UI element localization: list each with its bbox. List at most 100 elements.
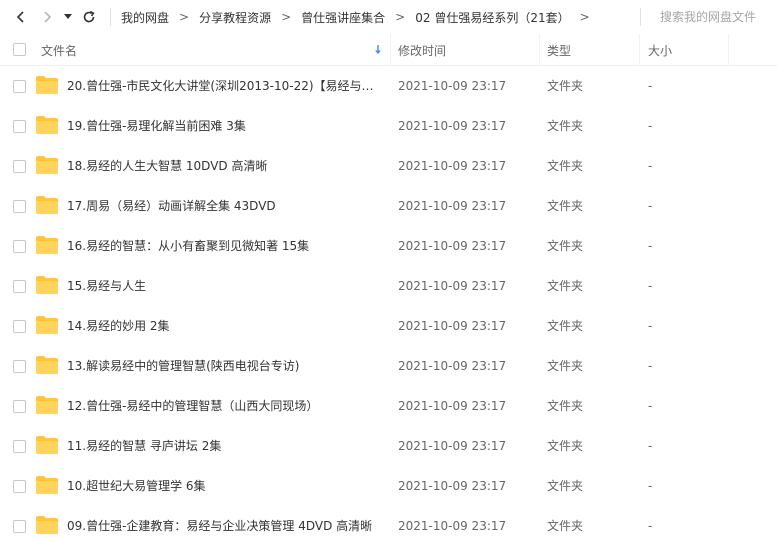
file-size: - xyxy=(648,159,653,173)
file-size: - xyxy=(648,399,653,413)
folder-icon xyxy=(36,516,58,534)
row-checkbox[interactable] xyxy=(13,400,26,413)
column-header-size[interactable]: 大小 xyxy=(648,34,672,66)
search-input[interactable] xyxy=(648,0,777,34)
row-checkbox[interactable] xyxy=(13,360,26,373)
file-row[interactable]: 20.曾仕强-市民文化大讲堂(深圳2013-10-22)【易经与人生】 2021… xyxy=(0,66,777,106)
breadcrumb-separator: > xyxy=(281,10,292,24)
select-all-checkbox[interactable] xyxy=(13,43,26,56)
column-divider xyxy=(639,34,640,66)
file-modified-date: 2021-10-09 23:17 xyxy=(398,199,507,213)
file-modified-date: 2021-10-09 23:17 xyxy=(398,159,507,173)
file-modified-date: 2021-10-09 23:17 xyxy=(398,479,507,493)
file-row[interactable]: 10.超世纪大易管理学 6集 2021-10-09 23:17 文件夹 - xyxy=(0,466,777,506)
file-list-header: 文件名 修改时间 类型 大小 xyxy=(0,34,777,66)
file-row[interactable]: 14.易经的妙用 2集 2021-10-09 23:17 文件夹 - xyxy=(0,306,777,346)
file-name[interactable]: 18.易经的人生大智慧 10DVD 高清晰 xyxy=(67,146,385,186)
file-name[interactable]: 15.易经与人生 xyxy=(67,266,385,306)
file-row[interactable]: 13.解读易经中的管理智慧(陕西电视台专访) 2021-10-09 23:17 … xyxy=(0,346,777,386)
breadcrumb-separator[interactable]: > xyxy=(580,10,590,24)
file-type: 文件夹 xyxy=(547,519,584,533)
file-name[interactable]: 13.解读易经中的管理智慧(陕西电视台专访) xyxy=(67,346,385,386)
forward-button[interactable] xyxy=(34,0,60,34)
breadcrumb-current[interactable]: 02 曾仕强易经系列（21套） xyxy=(415,9,569,26)
file-name[interactable]: 11.易经的智慧 寻庐讲坛 2集 xyxy=(67,426,385,466)
column-divider xyxy=(728,34,729,66)
file-type: 文件夹 xyxy=(547,119,584,133)
file-row[interactable]: 16.易经的智慧：从小有畜聚到见微知著 15集 2021-10-09 23:17… xyxy=(0,226,777,266)
file-modified-date: 2021-10-09 23:17 xyxy=(398,519,507,533)
file-name[interactable]: 19.曾仕强-易理化解当前困难 3集 xyxy=(67,106,385,146)
file-type: 文件夹 xyxy=(547,159,584,173)
file-name[interactable]: 17.周易（易经）动画详解全集 43DVD xyxy=(67,186,385,226)
row-checkbox[interactable] xyxy=(13,480,26,493)
file-size: - xyxy=(648,359,653,373)
file-size: - xyxy=(648,239,653,253)
file-type: 文件夹 xyxy=(547,399,584,413)
breadcrumb-item[interactable]: 我的网盘 xyxy=(121,9,169,26)
file-size: - xyxy=(648,79,653,93)
file-row[interactable]: 09.曾仕强-企建教育：易经与企业决策管理 4DVD 高清晰 2021-10-0… xyxy=(0,506,777,541)
column-header-name[interactable]: 文件名 xyxy=(41,34,77,66)
folder-icon xyxy=(36,276,58,294)
row-checkbox[interactable] xyxy=(13,200,26,213)
file-modified-date: 2021-10-09 23:17 xyxy=(398,119,507,133)
file-row[interactable]: 18.易经的人生大智慧 10DVD 高清晰 2021-10-09 23:17 文… xyxy=(0,146,777,186)
column-header-modified[interactable]: 修改时间 xyxy=(398,34,446,66)
file-row[interactable]: 19.曾仕强-易理化解当前困难 3集 2021-10-09 23:17 文件夹 … xyxy=(0,106,777,146)
row-checkbox[interactable] xyxy=(13,520,26,533)
chevron-right-icon xyxy=(44,11,52,23)
file-modified-date: 2021-10-09 23:17 xyxy=(398,279,507,293)
file-type: 文件夹 xyxy=(547,79,584,93)
file-row[interactable]: 15.易经与人生 2021-10-09 23:17 文件夹 - xyxy=(0,266,777,306)
breadcrumb-item[interactable]: 曾仕强讲座集合 xyxy=(301,9,385,26)
toolbar: 我的网盘 > 分享教程资源 > 曾仕强讲座集合 > 02 曾仕强易经系列（21套… xyxy=(0,0,777,34)
row-checkbox[interactable] xyxy=(13,240,26,253)
column-divider xyxy=(390,34,391,66)
breadcrumb: 我的网盘 > 分享教程资源 > 曾仕强讲座集合 > 02 曾仕强易经系列（21套… xyxy=(121,9,600,26)
file-modified-date: 2021-10-09 23:17 xyxy=(398,79,507,93)
folder-icon xyxy=(36,236,58,254)
file-name[interactable]: 09.曾仕强-企建教育：易经与企业决策管理 4DVD 高清晰 xyxy=(67,506,385,541)
file-row[interactable]: 12.曾仕强-易经中的管理智慧（山西大同现场） 2021-10-09 23:17… xyxy=(0,386,777,426)
file-name[interactable]: 12.曾仕强-易经中的管理智慧（山西大同现场） xyxy=(67,386,385,426)
folder-icon xyxy=(36,396,58,414)
refresh-button[interactable] xyxy=(76,0,102,34)
file-type: 文件夹 xyxy=(547,479,584,493)
file-type: 文件夹 xyxy=(547,359,584,373)
column-header-type[interactable]: 类型 xyxy=(547,34,571,66)
row-checkbox[interactable] xyxy=(13,440,26,453)
file-size: - xyxy=(648,439,653,453)
row-checkbox[interactable] xyxy=(13,320,26,333)
file-modified-date: 2021-10-09 23:17 xyxy=(398,239,507,253)
toolbar-divider xyxy=(110,8,111,26)
file-name[interactable]: 14.易经的妙用 2集 xyxy=(67,306,385,346)
folder-icon xyxy=(36,356,58,374)
file-row[interactable]: 11.易经的智慧 寻庐讲坛 2集 2021-10-09 23:17 文件夹 - xyxy=(0,426,777,466)
caret-down-icon xyxy=(64,14,72,19)
file-name[interactable]: 16.易经的智慧：从小有畜聚到见微知著 15集 xyxy=(67,226,385,266)
file-modified-date: 2021-10-09 23:17 xyxy=(398,359,507,373)
folder-icon xyxy=(36,316,58,334)
row-checkbox[interactable] xyxy=(13,160,26,173)
file-size: - xyxy=(648,479,653,493)
row-checkbox[interactable] xyxy=(13,120,26,133)
search-divider xyxy=(640,8,641,26)
row-checkbox[interactable] xyxy=(13,280,26,293)
file-modified-date: 2021-10-09 23:17 xyxy=(398,439,507,453)
file-size: - xyxy=(648,119,653,133)
file-name[interactable]: 20.曾仕强-市民文化大讲堂(深圳2013-10-22)【易经与人生】 xyxy=(67,66,385,106)
file-size: - xyxy=(648,319,653,333)
file-size: - xyxy=(648,279,653,293)
file-type: 文件夹 xyxy=(547,239,584,253)
breadcrumb-item[interactable]: 分享教程资源 xyxy=(199,9,271,26)
row-checkbox[interactable] xyxy=(13,80,26,93)
file-row[interactable]: 17.周易（易经）动画详解全集 43DVD 2021-10-09 23:17 文… xyxy=(0,186,777,226)
back-button[interactable] xyxy=(8,0,34,34)
file-size: - xyxy=(648,519,653,533)
history-dropdown-button[interactable] xyxy=(60,0,76,34)
file-size: - xyxy=(648,199,653,213)
sort-arrow-down-icon[interactable] xyxy=(373,34,383,66)
file-name[interactable]: 10.超世纪大易管理学 6集 xyxy=(67,466,385,506)
file-type: 文件夹 xyxy=(547,279,584,293)
